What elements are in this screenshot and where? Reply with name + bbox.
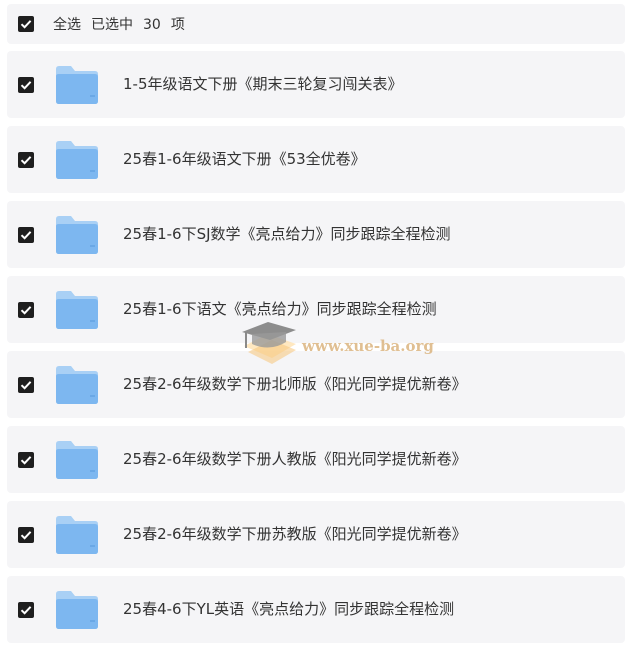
- select-all-label[interactable]: 全选: [53, 17, 81, 33]
- list-item[interactable]: 25春2-6年级数学下册人教版《阳光同学提优新卷》: [7, 426, 625, 493]
- check-icon: [20, 381, 32, 390]
- folder-icon: [54, 515, 100, 555]
- check-icon: [20, 306, 32, 315]
- item-name: 25春1-6年级语文下册《53全优卷》: [123, 150, 366, 168]
- list-item[interactable]: 25春1-6年级语文下册《53全优卷》: [7, 126, 625, 193]
- graduation-cap-icon: [242, 322, 296, 364]
- select-all-checkbox[interactable]: [18, 16, 34, 32]
- check-icon: [20, 231, 32, 240]
- check-icon: [20, 456, 32, 465]
- list-item[interactable]: 25春4-6下YL英语《亮点给力》同步跟踪全程检测: [7, 576, 625, 643]
- folder-icon: [54, 590, 100, 630]
- selected-count: 30: [143, 17, 161, 33]
- watermark-text: www.xue-ba.org: [302, 337, 434, 355]
- item-name: 25春2-6年级数学下册苏教版《阳光同学提优新卷》: [123, 525, 467, 543]
- item-checkbox[interactable]: [18, 227, 34, 243]
- item-checkbox[interactable]: [18, 602, 34, 618]
- item-checkbox[interactable]: [18, 377, 34, 393]
- check-icon: [20, 606, 32, 615]
- item-checkbox[interactable]: [18, 452, 34, 468]
- check-icon: [20, 531, 32, 540]
- selected-suffix: 项: [170, 17, 185, 33]
- item-checkbox[interactable]: [18, 302, 34, 318]
- check-icon: [20, 81, 32, 90]
- list-item[interactable]: 25春2-6年级数学下册苏教版《阳光同学提优新卷》: [7, 501, 625, 568]
- folder-icon: [54, 290, 100, 330]
- folder-icon: [54, 440, 100, 480]
- list-item[interactable]: 25春1-6下SJ数学《亮点给力》同步跟踪全程检测: [7, 201, 625, 268]
- check-icon: [20, 20, 32, 29]
- item-name: 25春4-6下YL英语《亮点给力》同步跟踪全程检测: [123, 600, 455, 618]
- select-all-bar: 全选 已选中 30 项: [7, 4, 625, 44]
- folder-icon: [54, 365, 100, 405]
- item-name: 1-5年级语文下册《期末三轮复习闯关表》: [123, 75, 403, 93]
- item-name: 25春1-6下SJ数学《亮点给力》同步跟踪全程检测: [123, 225, 451, 243]
- item-checkbox[interactable]: [18, 152, 34, 168]
- list-item[interactable]: 1-5年级语文下册《期末三轮复习闯关表》: [7, 51, 625, 118]
- folder-icon: [54, 215, 100, 255]
- item-checkbox[interactable]: [18, 77, 34, 93]
- watermark: www.xue-ba.org: [238, 318, 448, 374]
- item-name: 25春2-6年级数学下册人教版《阳光同学提优新卷》: [123, 450, 467, 468]
- item-name: 25春1-6下语文《亮点给力》同步跟踪全程检测: [123, 300, 437, 318]
- folder-icon: [54, 65, 100, 105]
- selection-summary: 全选 已选中 30 项: [53, 16, 195, 34]
- item-checkbox[interactable]: [18, 527, 34, 543]
- check-icon: [20, 156, 32, 165]
- selected-prefix: 已选中: [91, 17, 133, 33]
- folder-icon: [54, 140, 100, 180]
- item-name: 25春2-6年级数学下册北师版《阳光同学提优新卷》: [123, 375, 467, 393]
